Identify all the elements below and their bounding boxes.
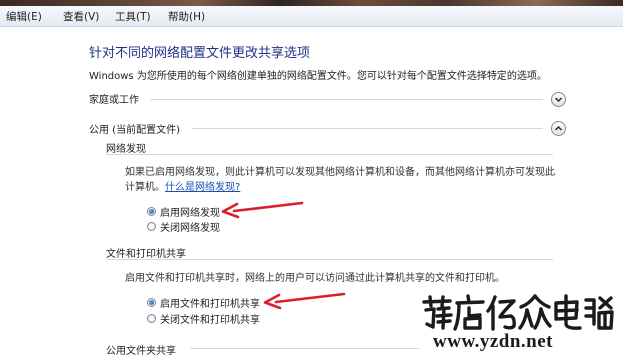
radio-label: 关闭网络发现 <box>160 222 220 234</box>
menu-help[interactable]: 帮助(H) <box>168 9 205 24</box>
chevron-up-icon <box>554 125 563 131</box>
page-description: Windows 为您所使用的每个网络创建单独的网络配置文件。您可以针对每个配置文… <box>89 71 547 82</box>
expand-home-work-button[interactable] <box>551 92 566 107</box>
menu-bar: 编辑(E) 查看(V) 工具(T) 帮助(H) <box>0 6 623 27</box>
watermark-logo <box>422 294 614 331</box>
menu-tools[interactable]: 工具(T) <box>115 9 151 24</box>
radio-label: 启用网络发现 <box>160 207 220 219</box>
annotation-arrow-icon <box>221 201 304 219</box>
profile-public-divider <box>192 128 543 129</box>
public-folder-sharing-divider <box>190 348 420 349</box>
radio-enable-network-discovery[interactable]: 启用网络发现 <box>147 205 220 219</box>
watermark-url: www.yzdn.net <box>433 331 554 352</box>
radio-button[interactable] <box>147 313 156 323</box>
profile-public-label[interactable]: 公用 (当前配置文件) <box>89 121 180 136</box>
file-printer-sharing-heading: 文件和打印机共享 <box>106 249 186 260</box>
network-discovery-heading: 网络发现 <box>106 144 146 155</box>
radio-button-selected[interactable] <box>147 206 156 216</box>
chevron-down-icon <box>554 97 563 103</box>
radio-button[interactable] <box>147 221 156 231</box>
radio-button-selected[interactable] <box>147 297 156 307</box>
profile-home-work-label[interactable]: 家庭或工作 <box>89 91 139 106</box>
radio-disable-file-printer-sharing[interactable]: 关闭文件和打印机共享 <box>147 312 260 326</box>
profile-home-work-divider <box>150 99 543 100</box>
what-is-network-discovery-link[interactable]: 什么是网络发现? <box>165 182 240 193</box>
radio-disable-network-discovery[interactable]: 关闭网络发现 <box>147 220 220 234</box>
radio-label: 启用文件和打印机共享 <box>160 298 260 310</box>
network-discovery-divider <box>106 154 553 155</box>
public-folder-sharing-heading: 公用文件夹共享 <box>106 346 176 357</box>
radio-enable-file-printer-sharing[interactable]: 启用文件和打印机共享 <box>147 296 260 310</box>
annotation-arrow-icon <box>263 292 346 310</box>
menu-view[interactable]: 查看(V) <box>63 9 99 24</box>
file-printer-sharing-description: 启用文件和打印机共享时，网络上的用户可以访问通过此计算机共享的文件和打印机。 <box>125 273 505 284</box>
collapse-public-button[interactable] <box>551 121 566 136</box>
page-title: 针对不同的网络配置文件更改共享选项 <box>89 46 311 61</box>
menu-edit[interactable]: 编辑(E) <box>6 9 42 24</box>
radio-label: 关闭文件和打印机共享 <box>160 314 260 326</box>
network-discovery-description: 如果已启用网络发现，则此计算机可以发现其他网络计算机和设备，而其他网络计算机亦可… <box>125 167 555 193</box>
file-printer-sharing-divider <box>106 259 553 260</box>
